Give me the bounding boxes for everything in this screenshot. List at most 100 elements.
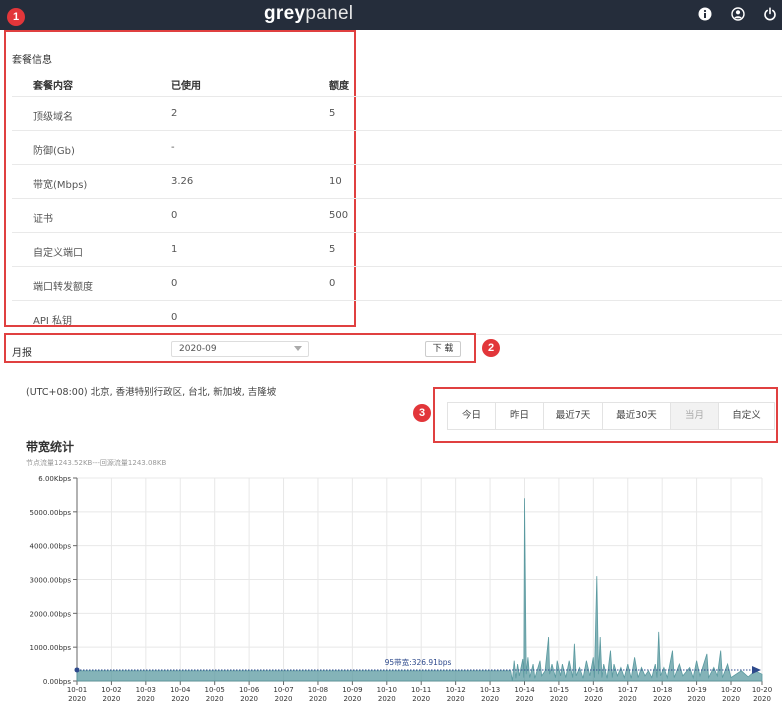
x-tick-year-label: 2020 — [309, 695, 327, 703]
x-tick-year-label: 2020 — [447, 695, 465, 703]
x-tick-year-label: 2020 — [206, 695, 224, 703]
x-tick-year-label: 2020 — [722, 695, 740, 703]
x-tick-label: 10-20 — [752, 686, 772, 694]
col-header-quota: 额度 — [329, 81, 349, 92]
table-row: 证书 0 500 — [12, 198, 782, 232]
tab-this-month[interactable]: 当月 — [671, 403, 719, 429]
table-row: 端口转发额度 0 0 — [12, 266, 782, 300]
table-row: 顶级域名 2 5 — [12, 96, 782, 130]
row-used: 0 — [171, 312, 178, 323]
row-name: 防御(Gb) — [33, 146, 75, 157]
bandwidth-area-series — [76, 498, 763, 682]
row-used: 2 — [171, 108, 178, 119]
x-tick-label: 10-06 — [239, 686, 260, 694]
x-tick-year-label: 2020 — [481, 695, 499, 703]
y-tick-label: 2000.00bps — [30, 610, 72, 618]
month-select[interactable]: 2020-09 — [171, 341, 309, 357]
timezone-label: (UTC+08:00) 北京, 香港特别行政区, 台北, 新加坡, 吉隆坡 — [26, 387, 277, 398]
col-header-used: 已使用 — [171, 81, 201, 92]
x-tick-year-label: 2020 — [240, 695, 258, 703]
x-tick-label: 10-01 — [67, 686, 87, 694]
tab-last-7-days[interactable]: 最近7天 — [544, 403, 603, 429]
chart-title: 带宽统计 — [26, 440, 75, 454]
x-tick-label: 10-17 — [618, 686, 638, 694]
month-select-value: 2020-09 — [179, 344, 217, 354]
x-tick-label: 10-09 — [342, 686, 362, 694]
p95-label: 95带宽:326.91bps — [385, 657, 452, 667]
x-tick-label: 10-02 — [101, 686, 121, 694]
package-section-title: 套餐信息 — [12, 55, 52, 66]
x-tick-label: 10-07 — [273, 686, 293, 694]
row-used: 1 — [171, 244, 178, 255]
x-tick-year-label: 2020 — [550, 695, 568, 703]
logo-text-bold: grey — [264, 3, 306, 24]
top-navbar: greypanel — [0, 0, 782, 30]
tab-last-30-days[interactable]: 最近30天 — [603, 403, 671, 429]
range-tabs: 今日 昨日 最近7天 最近30天 当月 自定义 — [447, 402, 775, 430]
greypanel-logo[interactable]: greypanel — [264, 3, 353, 25]
x-tick-label: 10-03 — [136, 686, 156, 694]
row-name: 顶级域名 — [33, 112, 73, 123]
x-tick-label: 10-16 — [583, 686, 604, 694]
monthly-report-label: 月报 — [12, 348, 32, 359]
x-tick-label: 10-11 — [411, 686, 431, 694]
chart-subtitle: 节点流量1243.52KB---回源流量1243.08KB — [26, 459, 167, 467]
x-tick-label: 10-15 — [549, 686, 569, 694]
tab-today[interactable]: 今日 — [448, 403, 496, 429]
row-name: API 私钥 — [33, 316, 72, 327]
x-tick-year-label: 2020 — [653, 695, 671, 703]
info-icon[interactable] — [698, 7, 712, 21]
user-icon[interactable] — [731, 7, 745, 21]
chevron-down-icon — [294, 346, 302, 351]
y-tick-label: 3000.00bps — [30, 577, 72, 585]
x-tick-label: 10-14 — [514, 686, 535, 694]
row-name: 证书 — [33, 214, 53, 225]
annotation-badge-3: 3 — [413, 404, 431, 422]
x-tick-label: 10-10 — [377, 686, 397, 694]
row-name: 带宽(Mbps) — [33, 180, 88, 191]
row-quota: 5 — [329, 108, 336, 119]
table-row: API 私钥 0 — [12, 300, 782, 334]
y-tick-label: 5000.00bps — [30, 509, 72, 517]
x-tick-label: 10-08 — [308, 686, 328, 694]
x-tick-label: 10-13 — [480, 686, 500, 694]
row-used: 0 — [171, 210, 178, 221]
y-tick-label: 6.00Kbps — [38, 475, 71, 483]
x-tick-year-label: 2020 — [516, 695, 534, 703]
x-tick-year-label: 2020 — [688, 695, 706, 703]
power-icon[interactable] — [763, 7, 777, 21]
y-tick-label: 0.00bps — [43, 678, 71, 686]
x-tick-label: 10-19 — [686, 686, 706, 694]
row-name: 端口转发额度 — [33, 282, 93, 293]
row-name: 自定义端口 — [33, 248, 83, 259]
x-tick-label: 10-04 — [170, 686, 191, 694]
p95-start-marker — [74, 667, 80, 673]
row-used: 0 — [171, 278, 178, 289]
x-tick-year-label: 2020 — [171, 695, 189, 703]
x-tick-year-label: 2020 — [137, 695, 155, 703]
tab-yesterday[interactable]: 昨日 — [496, 403, 544, 429]
row-quota: 5 — [329, 244, 336, 255]
y-tick-label: 1000.00bps — [30, 644, 72, 652]
col-header-content: 套餐内容 — [33, 81, 73, 92]
row-used: - — [171, 142, 175, 153]
x-tick-year-label: 2020 — [619, 695, 637, 703]
x-tick-year-label: 2020 — [275, 695, 293, 703]
x-tick-year-label: 2020 — [753, 695, 771, 703]
table-row: 防御(Gb) - — [12, 130, 782, 164]
bandwidth-chart: 0.00bps 1000.00bps 2000.00bps 3000.00bps 400… — [30, 475, 773, 703]
x-tick-year-label: 2020 — [412, 695, 430, 703]
annotation-badge-1: 1 — [7, 8, 25, 26]
x-tick-label: 10-12 — [445, 686, 465, 694]
x-tick-year-label: 2020 — [103, 695, 121, 703]
row-quota: 0 — [329, 278, 336, 289]
annotation-badge-2: 2 — [482, 339, 500, 357]
x-tick-year-label: 2020 — [378, 695, 396, 703]
download-button[interactable]: 下 载 — [425, 341, 461, 357]
x-tick-year-label: 2020 — [584, 695, 602, 703]
x-tick-year-label: 2020 — [68, 695, 86, 703]
tab-custom[interactable]: 自定义 — [719, 403, 774, 429]
row-quota: 10 — [329, 176, 342, 187]
table-row: 带宽(Mbps) 3.26 10 — [12, 164, 782, 198]
table-row: 自定义端口 1 5 — [12, 232, 782, 266]
